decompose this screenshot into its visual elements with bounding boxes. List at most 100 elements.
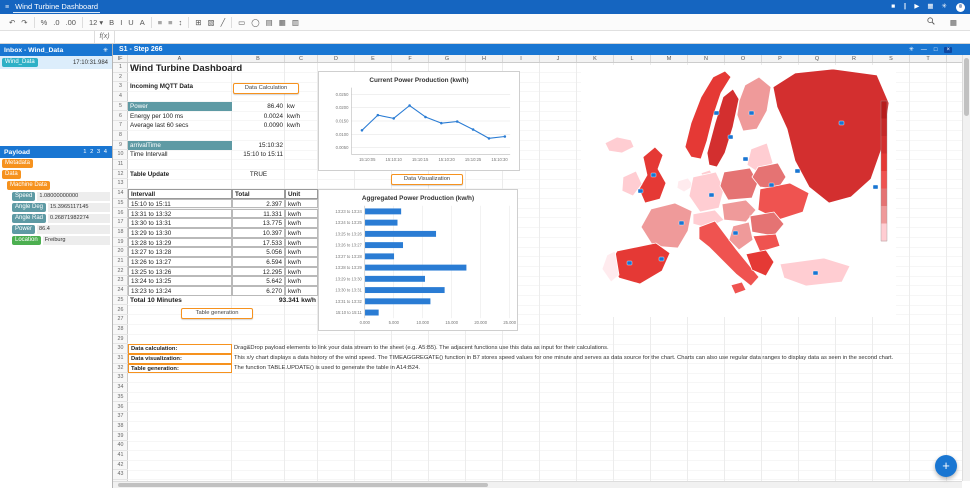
play-icon[interactable]: ▶ — [914, 4, 919, 11]
cell-A18[interactable]: 13:29 to 13:30 — [128, 228, 232, 238]
sheet-close-icon[interactable]: × — [944, 47, 952, 53]
bold-icon[interactable]: B — [106, 17, 117, 28]
row-header-14[interactable]: 14 — [113, 189, 128, 199]
data-calculation-button[interactable]: Data Calculation — [233, 83, 299, 94]
payload-header[interactable]: Payload 1 2 3 4 — [0, 146, 112, 158]
cell-A10[interactable]: Time Intervall — [128, 150, 232, 160]
borders-icon[interactable]: ⊞ — [188, 17, 204, 28]
row-header-21[interactable]: 21 — [113, 257, 128, 267]
row-header-38[interactable]: 38 — [113, 422, 128, 432]
inbox-message-item[interactable]: Wind_Data 17:10:31.984 — [0, 56, 112, 69]
sheet-tab-header[interactable]: S1 - Step 266 ✳—□× — [113, 44, 970, 55]
note-text-2[interactable]: This x/y chart displays a data history o… — [232, 354, 942, 364]
align-center-icon[interactable]: ≡ — [165, 17, 175, 28]
underline-icon[interactable]: U — [125, 17, 136, 28]
note-label-3[interactable]: Table generation: — [128, 364, 232, 374]
cell-A15[interactable]: 15:10 to 15:11 — [128, 199, 232, 209]
align-left-icon[interactable]: ≡ — [151, 17, 165, 28]
grid-view-icon[interactable]: ▦ — [947, 17, 960, 28]
chart-icon[interactable]: ▤ — [263, 17, 276, 28]
row-header-42[interactable]: 42 — [113, 461, 128, 471]
row-header-4[interactable]: 4 — [113, 92, 128, 102]
cell-C16[interactable]: kw/h — [285, 209, 318, 219]
percent-icon[interactable]: % — [34, 17, 51, 28]
cell-A21[interactable]: 13:26 to 13:27 — [128, 257, 232, 267]
payload-item[interactable]: Speed1.08000000000 — [0, 191, 112, 202]
row-header-37[interactable]: 37 — [113, 412, 128, 422]
row-header-40[interactable]: 40 — [113, 441, 128, 451]
horizontal-scrollbar[interactable] — [113, 481, 962, 488]
cell-A17[interactable]: 13:30 to 13:31 — [128, 218, 232, 228]
column-header-I[interactable]: I — [503, 55, 540, 63]
column-header-M[interactable]: M — [651, 55, 688, 63]
column-header-O[interactable]: O — [725, 55, 762, 63]
cell-B10[interactable]: 15:10 to 15:11 — [232, 150, 285, 160]
column-header-R[interactable]: R — [836, 55, 873, 63]
row-header-3[interactable]: 3 — [113, 82, 128, 92]
payload-item[interactable]: Machine Data — [0, 180, 112, 191]
row-header-35[interactable]: 35 — [113, 393, 128, 403]
vertical-scrollbar-thumb[interactable] — [964, 58, 969, 116]
cell-C6[interactable]: kw/h — [285, 112, 318, 122]
cell-C5[interactable]: kw — [285, 102, 318, 112]
row-header-2[interactable]: 2 — [113, 73, 128, 83]
cell-B24[interactable]: 6.270 — [232, 286, 285, 296]
cell-A7[interactable]: Average last 60 secs — [128, 121, 232, 131]
cell-A6[interactable]: Energy per 100 ms — [128, 112, 232, 122]
cell-reference-box[interactable] — [0, 31, 95, 43]
column-header-A[interactable]: A — [128, 55, 232, 63]
sheet-maximize-icon[interactable]: □ — [934, 47, 938, 53]
row-header-12[interactable]: 12 — [113, 170, 128, 180]
column-header-T[interactable]: T — [910, 55, 947, 63]
payload-item[interactable]: LocationFreiburg — [0, 235, 112, 246]
insert-cells-icon[interactable]: ▦ — [276, 17, 289, 28]
cell-A22[interactable]: 13:25 to 13:26 — [128, 267, 232, 277]
cell-B22[interactable]: 12.295 — [232, 267, 285, 277]
vertical-scrollbar[interactable] — [962, 55, 970, 481]
row-header-22[interactable]: 22 — [113, 267, 128, 277]
cell-C15[interactable]: kw/h — [285, 199, 318, 209]
row-header-34[interactable]: 34 — [113, 383, 128, 393]
cell-B20[interactable]: 5.056 — [232, 247, 285, 257]
menu-icon[interactable]: ≡ — [5, 4, 9, 11]
cell-B12[interactable]: TRUE — [232, 170, 285, 180]
payload-item[interactable]: Data — [0, 169, 112, 180]
inbox-header[interactable]: Inbox - Wind_Data ✳ — [0, 44, 112, 56]
europe-map[interactable] — [581, 65, 896, 317]
column-header-L[interactable]: L — [614, 55, 651, 63]
row-header-13[interactable]: 13 — [113, 179, 128, 189]
cell-A9[interactable]: arrivalTime — [128, 141, 232, 151]
cell-A19[interactable]: 13:28 to 13:29 — [128, 238, 232, 248]
row-header-8[interactable]: 8 — [113, 131, 128, 141]
column-header-B[interactable]: B — [232, 55, 285, 63]
decimal-increase-icon[interactable]: .00 — [63, 17, 79, 28]
column-header-S[interactable]: S — [873, 55, 910, 63]
row-header-5[interactable]: 5 — [113, 102, 128, 112]
cell-A14[interactable]: Intervall — [128, 189, 232, 199]
row-header-26[interactable]: 26 — [113, 306, 128, 316]
row-header-17[interactable]: 17 — [113, 218, 128, 228]
row-header-11[interactable]: 11 — [113, 160, 128, 170]
text-color-icon[interactable]: A — [137, 17, 148, 28]
row-header-20[interactable]: 20 — [113, 247, 128, 257]
row-header-27[interactable]: 27 — [113, 315, 128, 325]
column-header-K[interactable]: K — [577, 55, 614, 63]
row-header-24[interactable]: 24 — [113, 286, 128, 296]
column-header-Q[interactable]: Q — [799, 55, 836, 63]
redo-icon[interactable]: ↷ — [18, 17, 30, 28]
cell-A12[interactable]: Table Update — [128, 170, 232, 180]
column-header-D[interactable]: D — [318, 55, 355, 63]
cell-A24[interactable]: 13:23 to 13:24 — [128, 286, 232, 296]
sheet-minimize-icon[interactable]: — — [921, 47, 927, 53]
user-avatar-icon[interactable] — [956, 3, 965, 12]
payload-item[interactable]: Angle Rad0.26871982274 — [0, 213, 112, 224]
cell-C7[interactable]: kw/h — [285, 121, 318, 131]
column-header-E[interactable]: E — [355, 55, 392, 63]
column-header-C[interactable]: C — [285, 55, 318, 63]
cell-B15[interactable]: 2.397 — [232, 199, 285, 209]
pause-icon[interactable]: ∥ — [903, 4, 906, 11]
row-header-33[interactable]: 33 — [113, 373, 128, 383]
cell-B7[interactable]: 0.0090 — [232, 121, 285, 131]
row-header-41[interactable]: 41 — [113, 451, 128, 461]
cell-B6[interactable]: 0.0024 — [232, 112, 285, 122]
